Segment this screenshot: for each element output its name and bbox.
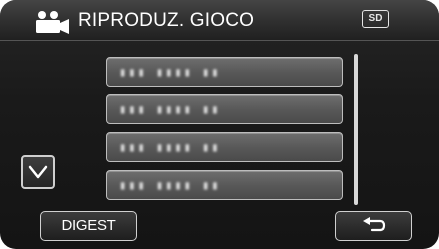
- file-item-label: ▮▮▮ ▮▮▮▮ ▮▮: [119, 65, 221, 79]
- video-camera-icon: [36, 11, 69, 34]
- playback-screen: RIPRODUZ. GIOCO SD ▮▮▮ ▮▮▮▮ ▮▮ ▮▮▮ ▮▮▮▮ …: [0, 0, 439, 249]
- back-button[interactable]: [335, 211, 412, 241]
- sd-card-badge: SD: [362, 10, 389, 28]
- return-arrow-icon: [363, 217, 386, 232]
- digest-button[interactable]: DIGEST: [40, 211, 137, 241]
- header-bar: RIPRODUZ. GIOCO SD: [0, 0, 439, 41]
- scroll-down-button[interactable]: [21, 155, 55, 189]
- file-list-item-3[interactable]: ▮▮▮ ▮▮▮▮ ▮▮: [106, 132, 343, 162]
- chevron-down-icon: [28, 165, 48, 179]
- file-item-label: ▮▮▮ ▮▮▮▮ ▮▮: [119, 178, 221, 192]
- file-list-item-4[interactable]: ▮▮▮ ▮▮▮▮ ▮▮: [106, 170, 343, 200]
- file-item-label: ▮▮▮ ▮▮▮▮ ▮▮: [119, 140, 221, 154]
- file-list-item-2[interactable]: ▮▮▮ ▮▮▮▮ ▮▮: [106, 94, 343, 124]
- page-title: RIPRODUZ. GIOCO: [78, 10, 255, 31]
- scrollbar[interactable]: [354, 54, 358, 205]
- file-item-label: ▮▮▮ ▮▮▮▮ ▮▮: [119, 102, 221, 116]
- file-list-item-1[interactable]: ▮▮▮ ▮▮▮▮ ▮▮: [106, 57, 343, 87]
